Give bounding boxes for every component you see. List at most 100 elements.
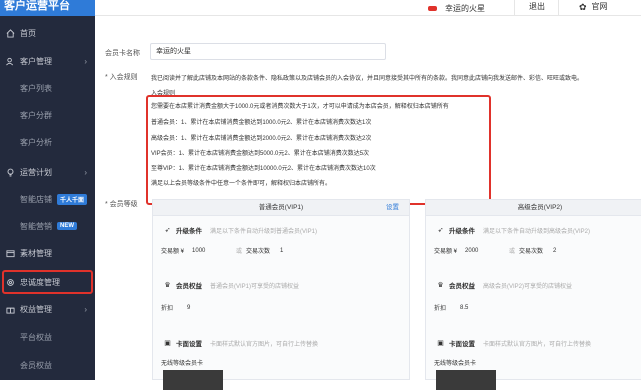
benefit-placeholder: 高级会员(VIP2)可享受的店铺权益: [483, 283, 573, 290]
upgrade-placeholder: 满足以下条件自动升级到高级会员(VIP2): [483, 228, 591, 235]
sidebar-item-member-benefits[interactable]: 会员权益: [0, 354, 95, 376]
face-text: 无线等级会员卡: [161, 361, 204, 367]
app-logo: 客户运营平台: [0, 0, 95, 16]
count-input[interactable]: 2: [553, 248, 556, 254]
card-title: 普通会员(VIP1) 设置: [153, 200, 409, 216]
rule-line: 至尊VIP：1、累计在本店铺消费金额达到10000.0元2、累计在本店铺消费次数…: [151, 166, 376, 172]
card-name-input[interactable]: 幸运的火星: [150, 43, 386, 60]
sidebar-item-customer-mgmt[interactable]: 客户管理 ›: [0, 50, 95, 72]
count-label: 交易次数: [246, 249, 271, 255]
new-badge: NEW: [57, 222, 77, 230]
or-text: 或: [236, 249, 243, 255]
sidebar-item-materials[interactable]: 素材管理: [0, 242, 95, 264]
sidebar-item-label: 客户管理: [20, 56, 52, 66]
folder-icon: [5, 248, 15, 258]
official-site-link[interactable]: ✿ 官网: [579, 0, 608, 14]
sidebar-item-ops-plan[interactable]: 运营计划 ›: [0, 161, 95, 183]
settings-link[interactable]: 设置: [386, 200, 399, 216]
card-face-image[interactable]: [436, 370, 496, 390]
face-placeholder: 卡面样式默认官方图片，可自行上传替换: [483, 341, 592, 348]
logout-link[interactable]: 退出: [529, 0, 545, 16]
card-title-text: 高级会员(VIP2): [517, 204, 563, 211]
card-face-icon: ▣: [437, 340, 444, 347]
sidebar-item-customer-analysis[interactable]: 客户分析: [0, 131, 95, 153]
member-level-label: * 会员等级: [105, 201, 138, 208]
lightbulb-icon: [5, 167, 15, 177]
chevron-right-icon: ›: [84, 304, 87, 314]
crown-icon: ♛: [164, 282, 171, 289]
card-face-icon: ▣: [164, 340, 171, 347]
store-logo-icon: [428, 5, 437, 11]
loyalty-highlight-box: [2, 270, 93, 294]
sidebar-item-home[interactable]: 首页: [0, 22, 95, 44]
chevron-right-icon: ›: [84, 56, 87, 66]
discount-row: 折扣 8.5: [426, 303, 468, 313]
card-face-name: 无线等级会员卡: [153, 358, 203, 367]
rocket-icon: ➶: [164, 227, 171, 234]
upgrade-label: 升级条件: [449, 228, 475, 235]
upgrade-condition-row: ➶ 升级条件 满足以下条件自动升级到高级会员(VIP2): [426, 225, 590, 235]
benefit-label: 会员权益: [176, 283, 202, 290]
benefit-row: ♛ 会员权益 普通会员(VIP1)可享受的店铺权益: [153, 280, 299, 290]
sidebar-item-label: 运营计划: [20, 167, 52, 177]
sidebar-item-smart-store[interactable]: 智能店铺 千人千面: [0, 188, 95, 210]
sidebar-item-label: 客户列表: [20, 83, 52, 93]
sidebar-item-benefits[interactable]: 权益管理 ›: [0, 298, 95, 320]
rule-line: 普通会员：1、累计在本店铺消费金额达到1000.0元2、累计在本店铺消费次数达1…: [151, 120, 372, 126]
sidebar-item-label: 智能营销: [20, 221, 52, 231]
top-bar: 幸运的火星 退出 ✿ 官网: [95, 0, 641, 16]
feature-badge: 千人千面: [57, 193, 88, 205]
sidebar-item-label: 素材管理: [20, 248, 52, 258]
benefit-row: ♛ 会员权益 高级会员(VIP2)可享受的店铺权益: [426, 280, 572, 290]
sidebar-item-customer-segment[interactable]: 客户分群: [0, 104, 95, 126]
card-face-row: ▣ 卡面设置 卡面样式默认官方图片，可自行上传替换: [426, 338, 591, 348]
trade-condition-row: 交易额 ¥ 2000 或 交易次数 2: [426, 246, 556, 256]
upgrade-placeholder: 满足以下条件自动升级到普通会员(VIP1): [210, 228, 318, 235]
sidebar: 客户运营平台 首页 客户管理 › 客户列表 客户分群 客户分析 运营计划 › 智…: [0, 0, 95, 380]
card-title-text: 普通会员(VIP1): [258, 204, 304, 211]
discount-label: 折扣: [434, 306, 447, 312]
gift-icon: [5, 304, 15, 314]
rocket-icon: ➶: [437, 227, 444, 234]
users-icon: [5, 56, 15, 66]
benefit-label: 会员权益: [449, 283, 475, 290]
store-switcher[interactable]: 幸运的火星: [428, 0, 518, 16]
amount-input[interactable]: 2000: [465, 248, 505, 254]
gear-icon: ✿: [579, 2, 587, 12]
member-level-card-vip2: 高级会员(VIP2) ➶ 升级条件 满足以下条件自动升级到高级会员(VIP2) …: [425, 199, 641, 390]
sidebar-item-label: 平台权益: [20, 332, 52, 342]
member-level-card-vip1: 普通会员(VIP1) 设置 ➶ 升级条件 满足以下条件自动升级到普通会员(VIP…: [152, 199, 410, 390]
amount-label: 交易额 ¥: [161, 249, 185, 255]
card-face-image[interactable]: [163, 370, 223, 390]
sidebar-item-label: 首页: [20, 28, 36, 38]
home-icon: [5, 28, 15, 38]
amount-input[interactable]: 1000: [192, 248, 232, 254]
sidebar-item-customer-list[interactable]: 客户列表: [0, 77, 95, 99]
sidebar-item-label: 客户分群: [20, 110, 52, 120]
count-label: 交易次数: [519, 249, 544, 255]
rule-line: 高级会员：1、累计在本店铺消费金额达到2000.0元2、累计在本店铺消费次数达2…: [151, 136, 372, 142]
card-face-name: 无线等级会员卡: [426, 358, 476, 367]
or-text: 或: [509, 249, 516, 255]
benefit-placeholder: 普通会员(VIP1)可享受的店铺权益: [210, 283, 300, 290]
official-site-label: 官网: [591, 2, 608, 11]
crown-icon: ♛: [437, 282, 444, 289]
rule-line: VIP会员：1、累计在本店铺消费金额达到5000.0元2、累计在本店铺消费次数达…: [151, 151, 370, 157]
sidebar-item-smart-marketing[interactable]: 智能营销 NEW: [0, 215, 95, 237]
upgrade-label: 升级条件: [176, 228, 202, 235]
discount-input[interactable]: 9: [187, 305, 190, 311]
face-text: 无线等级会员卡: [434, 361, 477, 367]
discount-input[interactable]: 8.5: [460, 305, 468, 311]
sidebar-item-platform-benefits[interactable]: 平台权益: [0, 326, 95, 348]
card-name-label: 会员卡名称: [105, 50, 140, 57]
agreement-text: 我已阅读并了解此店铺及本网站的条款条件、隐私政策以及店铺会员的入会协议，并且同意…: [151, 76, 584, 82]
count-input[interactable]: 1: [280, 248, 283, 254]
sidebar-item-label: 客户分析: [20, 137, 52, 147]
divider: [514, 0, 515, 16]
sidebar-item-label: 智能店铺: [20, 194, 52, 204]
chevron-right-icon: ›: [84, 167, 87, 177]
main-content: 会员卡名称 幸运的火星 * 入会规则 我已阅读并了解此店铺及本网站的条款条件、隐…: [95, 16, 641, 390]
card-title: 高级会员(VIP2): [426, 200, 641, 216]
sidebar-item-label: 会员权益: [20, 360, 52, 370]
discount-row: 折扣 9: [153, 303, 190, 313]
